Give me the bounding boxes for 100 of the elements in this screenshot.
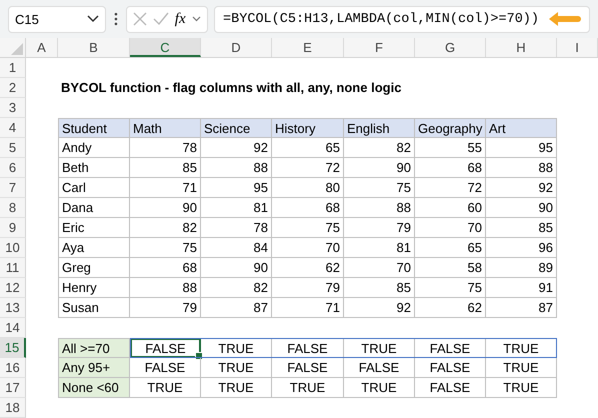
row-header[interactable]: 14 — [0, 318, 26, 338]
table-cell: 92 — [344, 298, 415, 318]
table-cell: 68 — [130, 258, 201, 278]
row-header[interactable]: 12 — [0, 278, 26, 298]
table-cell: 90 — [486, 198, 557, 218]
table-cell: 60 — [415, 198, 486, 218]
table-cell: 55 — [415, 138, 486, 158]
row-header[interactable]: 17 — [0, 378, 26, 398]
column-header[interactable]: G — [415, 38, 486, 57]
table-cell: 95 — [486, 138, 557, 158]
column-heading: History — [272, 118, 344, 138]
table-cell: 82 — [130, 218, 201, 238]
table-cell: FALSE — [130, 358, 201, 378]
row-header[interactable]: 4 — [0, 118, 26, 138]
table-cell: 70 — [344, 258, 415, 278]
table-cell: Henry — [58, 278, 130, 298]
sheet-title: BYCOL function - flag columns with all, any, none logic — [60, 79, 402, 97]
table-cell: 75 — [272, 218, 344, 238]
table-cell: Andy — [58, 138, 130, 158]
column-heading: English — [344, 118, 415, 138]
arrow-left-icon — [547, 11, 581, 27]
table-cell: 82 — [201, 278, 272, 298]
table-cell: FALSE — [272, 358, 344, 378]
table-cell: 88 — [201, 158, 272, 178]
row-header[interactable]: 10 — [0, 238, 26, 258]
row-label: None <60 — [58, 378, 130, 398]
table-cell: 65 — [272, 138, 344, 158]
row-header[interactable]: 5 — [0, 138, 26, 158]
table-cell: TRUE — [486, 358, 557, 378]
row-header[interactable]: 18 — [0, 398, 26, 418]
table-cell: TRUE — [201, 378, 272, 398]
column-heading: Math — [130, 118, 201, 138]
row-label: All >=70 — [58, 338, 130, 358]
table-cell: 95 — [201, 178, 272, 198]
column-header[interactable]: E — [272, 38, 344, 57]
insert-function-button[interactable]: fx — [174, 10, 186, 28]
table-cell: FALSE — [415, 378, 486, 398]
table-cell: 81 — [201, 198, 272, 218]
cancel-icon[interactable] — [132, 12, 147, 26]
row-header[interactable]: 16 — [0, 358, 26, 378]
table-cell: 92 — [201, 138, 272, 158]
table-cell: 92 — [486, 178, 557, 198]
table-cell: Beth — [58, 158, 130, 178]
table-cell: 90 — [130, 198, 201, 218]
table-cell: Dana — [58, 198, 130, 218]
table-cell: 68 — [272, 198, 344, 218]
column-heading: Geography — [415, 118, 486, 138]
table-cell: 79 — [344, 218, 415, 238]
row-header[interactable]: 3 — [0, 98, 26, 118]
column-header[interactable]: A — [26, 38, 58, 57]
row-header[interactable]: 8 — [0, 198, 26, 218]
table-cell: 78 — [201, 218, 272, 238]
row-header[interactable]: 1 — [0, 58, 26, 78]
table-cell: 72 — [415, 178, 486, 198]
table-cell: TRUE — [130, 378, 201, 398]
table-cell: 65 — [415, 238, 486, 258]
table-cell: 71 — [130, 178, 201, 198]
column-header[interactable]: C — [130, 38, 201, 57]
checkmark-icon[interactable] — [152, 12, 169, 26]
table-cell: 82 — [344, 138, 415, 158]
chevron-down-icon[interactable] — [192, 16, 201, 22]
table-cell: 81 — [344, 238, 415, 258]
row-header[interactable]: 15 — [0, 338, 26, 358]
table-cell: TRUE — [272, 378, 344, 398]
formula-field[interactable]: =BYCOL(C5:H13,LAMBDA(col,MIN(col)>=70)) — [214, 6, 590, 32]
column-header[interactable]: I — [557, 38, 598, 57]
chevron-down-icon — [86, 15, 99, 23]
table-cell: 75 — [415, 278, 486, 298]
row-header[interactable]: 6 — [0, 158, 26, 178]
table-cell: 75 — [344, 178, 415, 198]
table-cell: 85 — [344, 278, 415, 298]
table-cell: 84 — [201, 238, 272, 258]
table-cell: FALSE — [415, 358, 486, 378]
column-header[interactable]: F — [344, 38, 415, 57]
table-cell: FALSE — [344, 358, 415, 378]
table-cell: TRUE — [344, 378, 415, 398]
row-header[interactable]: 9 — [0, 218, 26, 238]
table-cell: 78 — [130, 138, 201, 158]
table-cell: 62 — [415, 298, 486, 318]
table-cell: 62 — [272, 258, 344, 278]
column-header[interactable]: D — [201, 38, 272, 57]
row-header[interactable]: 13 — [0, 298, 26, 318]
table-cell: Aya — [58, 238, 130, 258]
table-cell: 70 — [415, 218, 486, 238]
table-cell: TRUE — [486, 378, 557, 398]
table-cell: 88 — [344, 198, 415, 218]
row-header[interactable]: 11 — [0, 258, 26, 278]
row-header[interactable]: 2 — [0, 78, 26, 98]
table-cell: 90 — [344, 158, 415, 178]
table-cell: 88 — [130, 278, 201, 298]
name-box[interactable]: C15 — [8, 6, 106, 32]
table-cell: Eric — [58, 218, 130, 238]
row-header[interactable]: 7 — [0, 178, 26, 198]
table-cell: 90 — [201, 258, 272, 278]
table-cell: 72 — [272, 158, 344, 178]
column-header[interactable]: H — [486, 38, 557, 57]
column-heading: Art — [486, 118, 557, 138]
table-cell: Greg — [58, 258, 130, 278]
table-cell: 87 — [486, 298, 557, 318]
more-options-icon[interactable] — [114, 12, 118, 26]
